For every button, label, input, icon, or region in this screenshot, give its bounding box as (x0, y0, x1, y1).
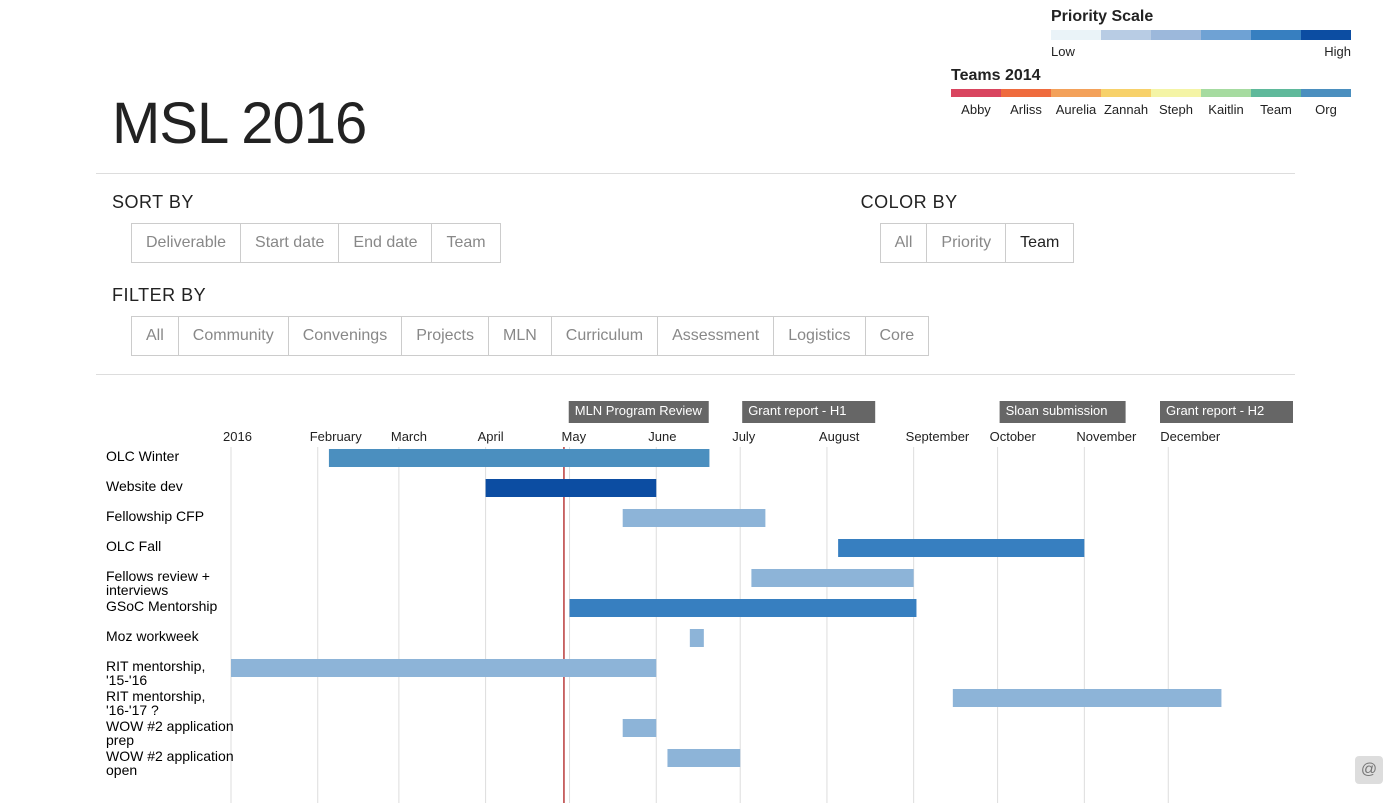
month-label: October (990, 429, 1037, 444)
priority-swatch (1201, 30, 1251, 40)
team-swatch (1301, 89, 1351, 97)
sort-by-group: SORT BY DeliverableStart dateEnd dateTea… (112, 192, 501, 263)
task-label: '15-'16 (106, 672, 147, 688)
filter-option-assessment[interactable]: Assessment (657, 316, 774, 356)
team-swatch (1251, 89, 1301, 97)
color-by-group: COLOR BY AllPriorityTeam (861, 192, 1075, 263)
team-legend-item: Org (1301, 89, 1351, 117)
team-legend-item: Abby (951, 89, 1001, 117)
priority-high-label: High (1324, 44, 1351, 59)
sort-by-label: SORT BY (112, 192, 501, 213)
task-label: '16-'17 ? (106, 702, 159, 718)
filter-option-core[interactable]: Core (865, 316, 930, 356)
sort-option-end-date[interactable]: End date (338, 223, 432, 263)
task-bar[interactable] (690, 629, 704, 647)
task-label: OLC Fall (106, 538, 161, 554)
month-label: February (310, 429, 363, 444)
priority-swatch (1301, 30, 1351, 40)
task-bar[interactable] (486, 479, 657, 497)
priority-swatch (1151, 30, 1201, 40)
month-label: November (1076, 429, 1137, 444)
team-label: Arliss (1010, 102, 1042, 117)
month-label: June (648, 429, 676, 444)
team-label: Abby (961, 102, 991, 117)
team-legend-item: Arliss (1001, 89, 1051, 117)
milestone-label: Grant report - H2 (1166, 403, 1264, 418)
team-label: Zannah (1104, 102, 1148, 117)
month-label: May (562, 429, 587, 444)
color-option-priority[interactable]: Priority (926, 223, 1006, 263)
at-icon[interactable]: @ (1355, 756, 1383, 784)
filter-option-logistics[interactable]: Logistics (773, 316, 865, 356)
priority-low-label: Low (1051, 44, 1075, 59)
task-bar[interactable] (838, 539, 1084, 557)
sort-option-deliverable[interactable]: Deliverable (131, 223, 241, 263)
team-label: Team (1260, 102, 1292, 117)
team-label: Steph (1159, 102, 1193, 117)
gantt-chart: 2016 February March April May June July August S… (96, 393, 1295, 803)
month-label: December (1160, 429, 1221, 444)
milestone-label: Sloan submission (1006, 403, 1108, 418)
month-label: 2016 (223, 429, 252, 444)
filter-option-community[interactable]: Community (178, 316, 289, 356)
task-label: open (106, 762, 137, 778)
color-option-team[interactable]: Team (1005, 223, 1074, 263)
task-bar[interactable] (570, 599, 917, 617)
team-legend-item: Kaitlin (1201, 89, 1251, 117)
team-legend-item: Team (1251, 89, 1301, 117)
milestone-label: MLN Program Review (575, 403, 703, 418)
team-swatch (1051, 89, 1101, 97)
priority-scale-legend: Priority Scale Low High (951, 8, 1351, 59)
month-label: April (478, 429, 504, 444)
teams-legend-title: Teams 2014 (951, 67, 1351, 85)
task-label: Website dev (106, 478, 183, 494)
month-label: March (391, 429, 427, 444)
task-bar[interactable] (231, 659, 656, 677)
task-bar[interactable] (751, 569, 913, 587)
filter-option-mln[interactable]: MLN (488, 316, 552, 356)
month-label: August (819, 429, 860, 444)
filter-option-projects[interactable]: Projects (401, 316, 489, 356)
priority-swatch (1251, 30, 1301, 40)
color-option-all[interactable]: All (880, 223, 928, 263)
task-bar[interactable] (623, 719, 657, 737)
month-label: July (732, 429, 756, 444)
filter-option-convenings[interactable]: Convenings (288, 316, 403, 356)
task-label: OLC Winter (106, 448, 179, 464)
task-bar[interactable] (953, 689, 1222, 707)
task-label: interviews (106, 582, 168, 598)
team-label: Kaitlin (1208, 102, 1243, 117)
task-label: GSoC Mentorship (106, 598, 217, 614)
filter-option-all[interactable]: All (131, 316, 179, 356)
team-label: Aurelia (1056, 102, 1096, 117)
filter-by-label: FILTER BY (112, 285, 1295, 306)
team-label: Org (1315, 102, 1337, 117)
sort-option-team[interactable]: Team (431, 223, 500, 263)
team-swatch (1151, 89, 1201, 97)
filter-option-curriculum[interactable]: Curriculum (551, 316, 658, 356)
milestone-label: Grant report - H1 (748, 403, 846, 418)
task-label: Moz workweek (106, 628, 200, 644)
team-swatch (1001, 89, 1051, 97)
team-swatch (951, 89, 1001, 97)
team-legend-item: Steph (1151, 89, 1201, 117)
teams-legend: Teams 2014 Abby Arliss Aurelia Zannah Steph K… (951, 67, 1351, 117)
team-legend-item: Zannah (1101, 89, 1151, 117)
team-legend-item: Aurelia (1051, 89, 1101, 117)
color-by-label: COLOR BY (861, 192, 1075, 213)
task-bar[interactable] (329, 449, 710, 467)
team-swatch (1201, 89, 1251, 97)
month-label: September (906, 429, 970, 444)
priority-swatch (1051, 30, 1101, 40)
task-bar[interactable] (667, 749, 740, 767)
task-label: prep (106, 732, 134, 748)
task-bar[interactable] (623, 509, 766, 527)
task-label: Fellowship CFP (106, 508, 204, 524)
team-swatch (1101, 89, 1151, 97)
priority-scale-title: Priority Scale (1051, 8, 1351, 26)
filter-by-group: FILTER BY AllCommunityConveningsProjects… (112, 285, 1295, 356)
priority-swatch (1101, 30, 1151, 40)
sort-option-start-date[interactable]: Start date (240, 223, 339, 263)
